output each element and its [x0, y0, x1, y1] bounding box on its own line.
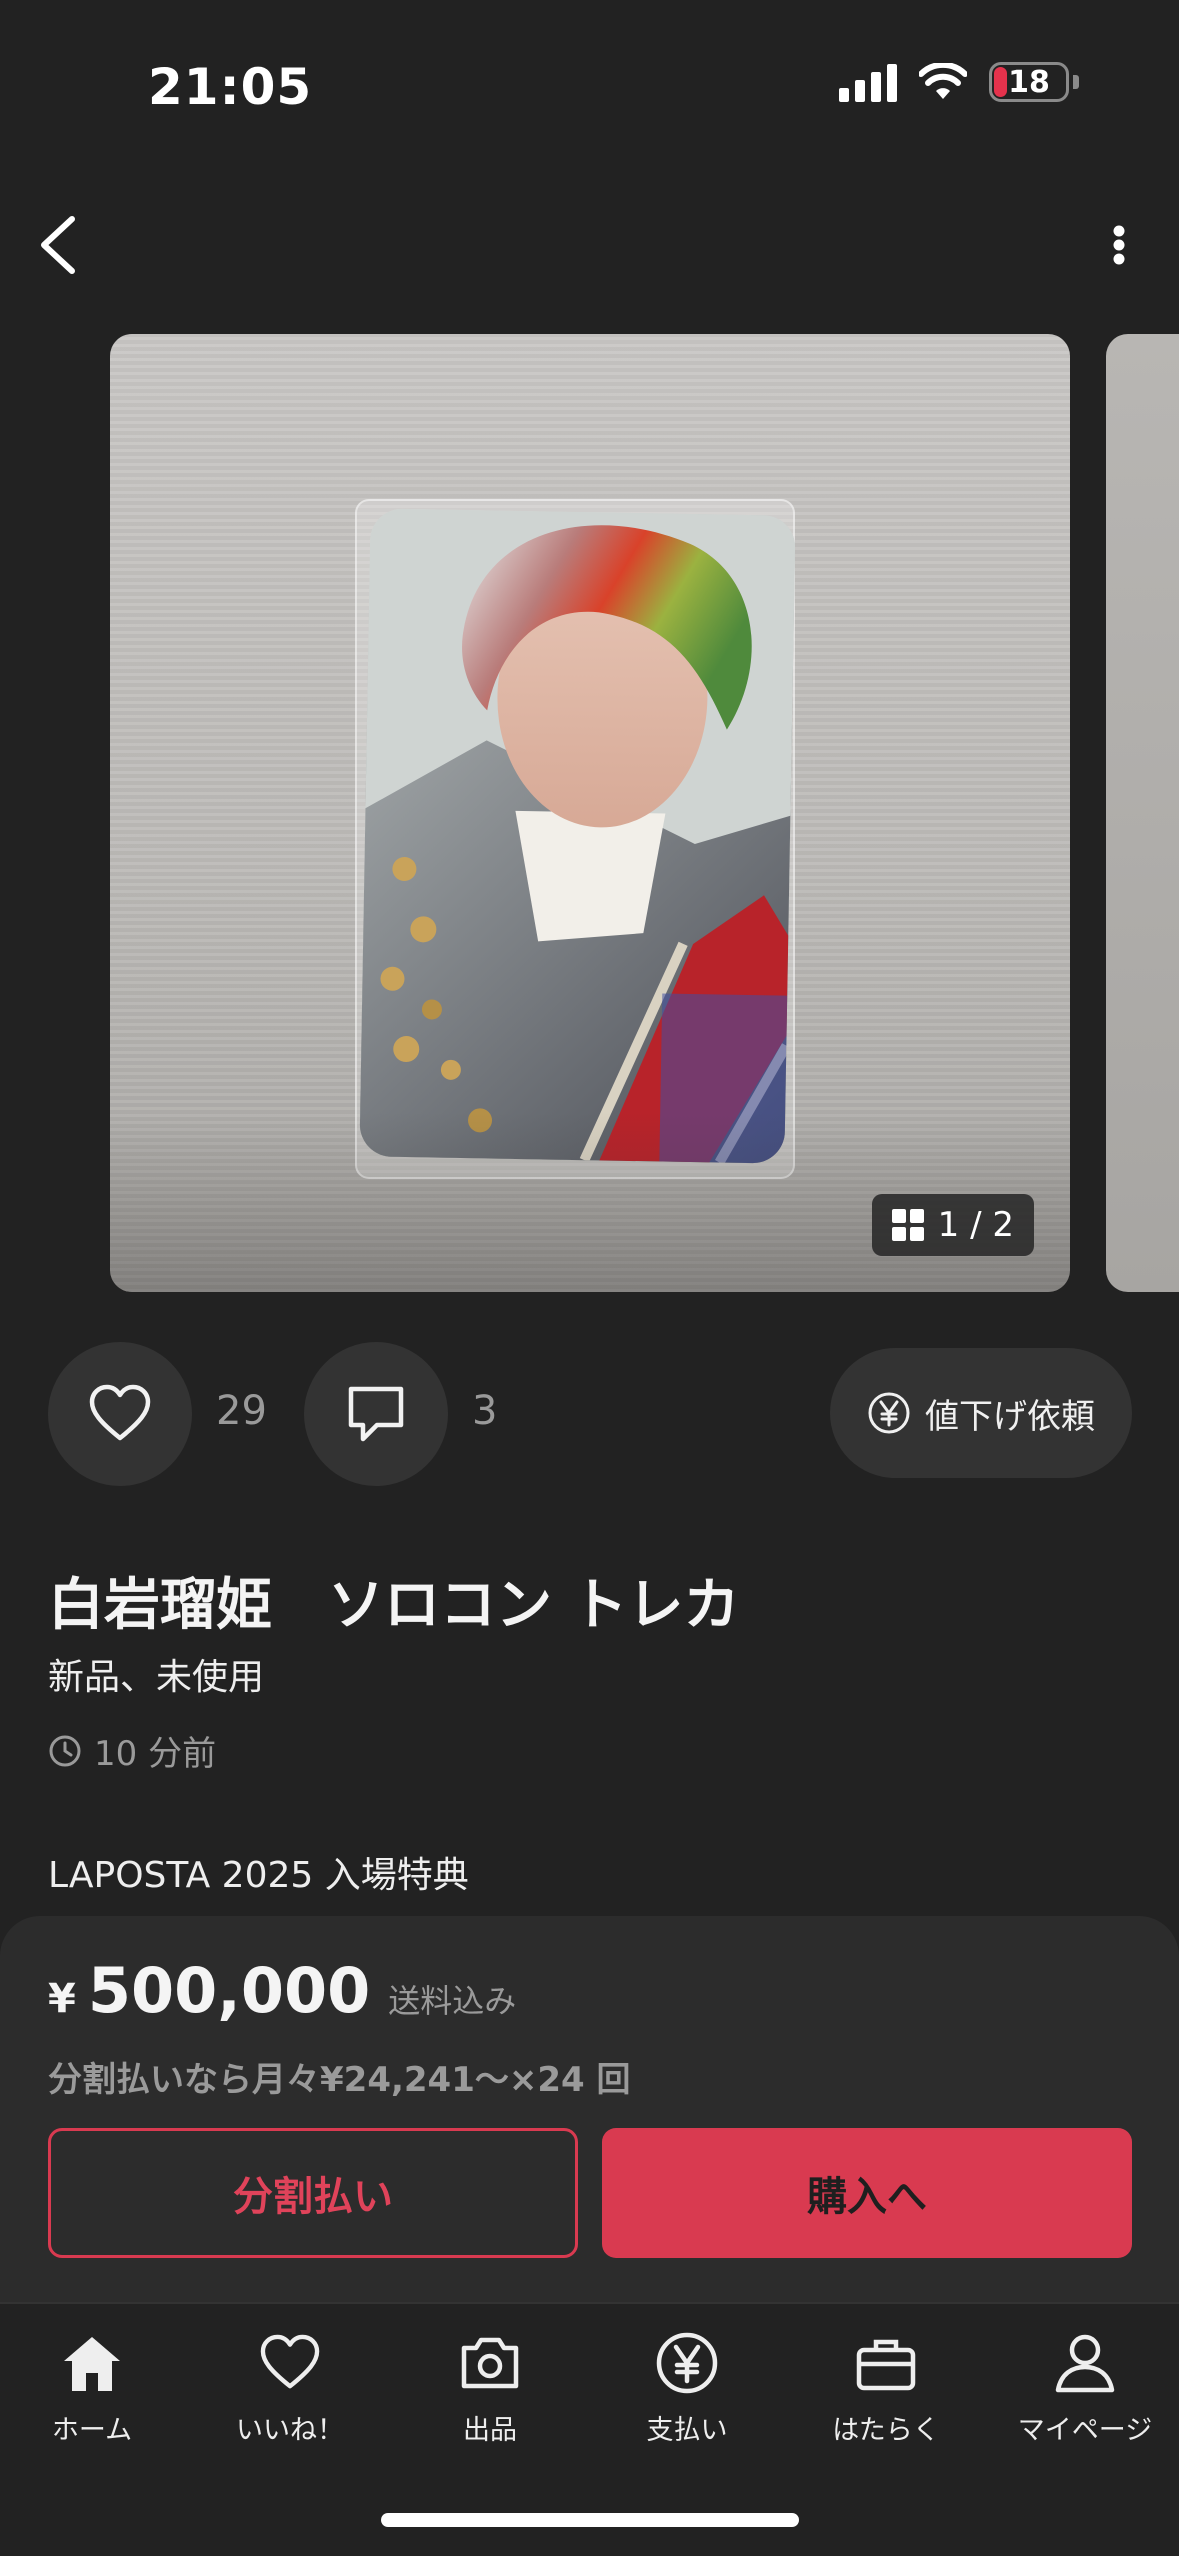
camera-icon [455, 2328, 525, 2398]
tab-payment[interactable]: 支払い [592, 2328, 782, 2447]
tab-work[interactable]: はたらく [791, 2328, 981, 2447]
tab-likes[interactable]: いいね！ [195, 2328, 385, 2447]
battery-level: 18 [1008, 64, 1050, 100]
comment-icon [348, 1386, 404, 1442]
tab-home[interactable]: ホーム [0, 2328, 187, 2447]
installment-info: 分割払いなら月々¥24,241～×24 回 [48, 2060, 631, 2100]
tab-label: マイページ [1017, 2415, 1153, 2446]
home-icon [57, 2328, 127, 2398]
battery-cap [1073, 75, 1079, 89]
installment-payment-button[interactable]: 分割払い [48, 2128, 578, 2258]
photo-counter-text: 1 / 2 [937, 1205, 1014, 1245]
tab-label: 支払い [646, 2415, 728, 2446]
card-artwork [359, 508, 796, 1164]
like-button[interactable] [48, 1342, 192, 1486]
item-description: LAPOSTA 2025 入場特典 [48, 1855, 469, 1896]
yen-circle-icon [868, 1392, 910, 1434]
heart-icon [89, 1384, 151, 1441]
wifi-icon [919, 63, 967, 99]
price-offer-label: 値下げ依頼 [925, 1396, 1095, 1437]
vertical-ellipsis-icon [1113, 225, 1125, 265]
comment-button[interactable] [304, 1342, 448, 1486]
briefcase-icon [851, 2328, 921, 2398]
chevron-left-icon [41, 216, 75, 274]
item-condition: 新品、未使用 [48, 1657, 265, 1698]
currency-symbol: ¥ [48, 1976, 76, 2022]
yen-circle-icon [652, 2328, 722, 2398]
tab-label: ホーム [51, 2415, 133, 2446]
home-indicator[interactable] [381, 2513, 799, 2527]
comment-count: 3 [472, 1388, 498, 1434]
buy-button[interactable]: 購入へ [602, 2128, 1132, 2258]
product-photo[interactable]: 1 / 2 [110, 334, 1070, 1292]
price-offer-button[interactable]: 値下げ依頼 [830, 1348, 1132, 1478]
item-title: 白岩瑠姫 ソロコン トレカ [48, 1573, 740, 1638]
tab-label: いいね！ [236, 2415, 344, 2446]
purchase-panel: ¥ 500,000 送料込み 分割払いなら月々¥24,241～×24 回 分割払… [0, 1916, 1179, 2302]
next-photo-preview[interactable] [1106, 334, 1179, 1292]
tab-mypage[interactable]: マイページ [990, 2328, 1179, 2447]
grid-icon [891, 1209, 924, 1241]
status-icons: 18 [839, 62, 1079, 102]
tab-label: はたらく [832, 2415, 940, 2446]
posted-time-text: 10 分前 [94, 1734, 217, 1774]
more-button[interactable] [1089, 205, 1149, 285]
heart-icon [255, 2328, 325, 2398]
trading-card-image [359, 508, 796, 1164]
like-count: 29 [216, 1388, 267, 1434]
clock-icon [49, 1735, 81, 1766]
tab-sell[interactable]: 出品 [395, 2328, 585, 2447]
price-row: ¥ 500,000 送料込み [48, 1954, 516, 2027]
back-button[interactable] [30, 205, 100, 285]
status-time: 21:05 [148, 58, 313, 116]
shipping-label: 送料込み [388, 1982, 517, 2020]
battery-icon: 18 [989, 62, 1069, 102]
tab-label: 出品 [463, 2415, 517, 2446]
item-price: 500,000 [87, 1954, 371, 2027]
cellular-signal-icon [839, 62, 897, 102]
photo-counter[interactable]: 1 / 2 [871, 1194, 1034, 1256]
person-icon [1050, 2328, 1120, 2398]
posted-time: 10 分前 [48, 1726, 216, 1775]
